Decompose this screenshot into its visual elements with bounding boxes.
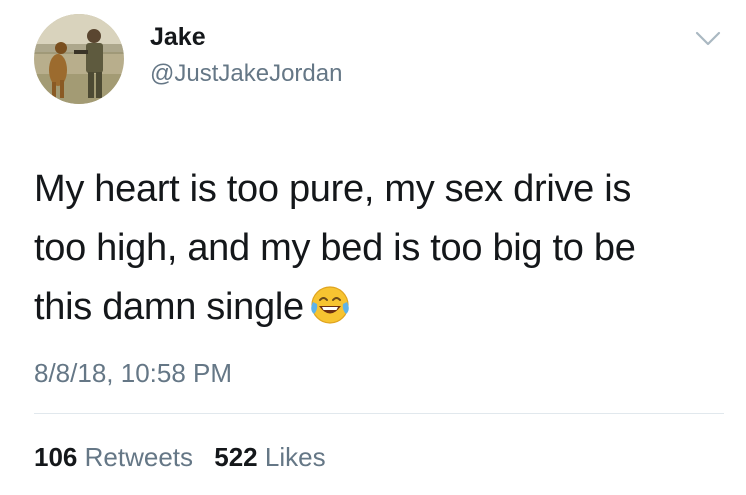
tweet-text-line: too high, and my bed is too big to be (34, 227, 636, 269)
author-handle[interactable]: @JustJakeJordan (150, 59, 342, 89)
author-display-name[interactable]: Jake (150, 22, 206, 52)
divider (34, 413, 724, 414)
likes-count: 522 (214, 442, 258, 472)
profile-photo-icon (34, 14, 124, 104)
retweets-count: 106 (34, 442, 78, 472)
likes-stat[interactable]: 522 Likes (214, 442, 325, 472)
tweet-text: My heart is too pure, my sex drive is to… (34, 160, 724, 337)
tweet-text-line: My heart is too pure, my sex drive is (34, 168, 632, 210)
likes-label: Likes (264, 442, 326, 472)
chevron-down-icon[interactable] (694, 28, 722, 48)
tweet-stats: 106 Retweets 522 Likes (34, 441, 326, 473)
face-with-tears-of-joy-icon (311, 286, 349, 324)
retweets-label: Retweets (84, 442, 194, 472)
tweet-text-line: this damn single (34, 286, 304, 328)
retweets-stat[interactable]: 106 Retweets (34, 442, 193, 472)
avatar[interactable] (34, 14, 124, 104)
tweet-timestamp[interactable]: 8/8/18, 10:58 PM (34, 357, 232, 389)
